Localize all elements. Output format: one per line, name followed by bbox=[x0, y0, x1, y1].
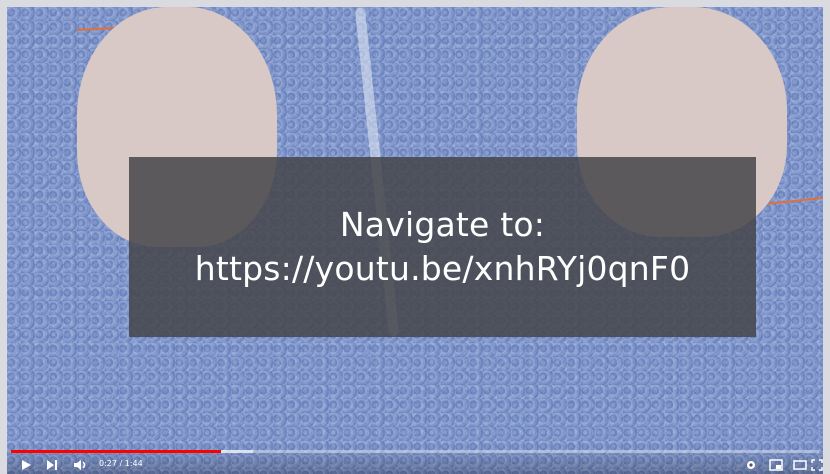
navigate-overlay: Navigate to: https://youtu.be/xnhRYj0qnF… bbox=[129, 157, 756, 337]
time-display: 0:27 / 1:44 bbox=[99, 459, 143, 468]
play-icon[interactable] bbox=[20, 459, 32, 471]
video-frame: Navigate to: https://youtu.be/xnhRYj0qnF… bbox=[0, 0, 830, 474]
volume-icon[interactable] bbox=[73, 459, 87, 471]
video-player[interactable]: Navigate to: https://youtu.be/xnhRYj0qnF… bbox=[7, 7, 823, 474]
miniplayer-icon[interactable] bbox=[769, 459, 783, 471]
player-controls: 0:27 / 1:44 bbox=[7, 448, 823, 474]
next-icon[interactable] bbox=[46, 459, 58, 471]
fullscreen-icon[interactable] bbox=[811, 459, 823, 471]
overlay-url[interactable]: https://youtu.be/xnhRYj0qnF0 bbox=[195, 247, 691, 291]
settings-icon[interactable] bbox=[745, 459, 757, 471]
theater-icon[interactable] bbox=[793, 459, 807, 471]
progress-bar[interactable] bbox=[11, 450, 819, 453]
overlay-line-1: Navigate to: bbox=[339, 205, 546, 244]
progress-played bbox=[11, 450, 222, 453]
